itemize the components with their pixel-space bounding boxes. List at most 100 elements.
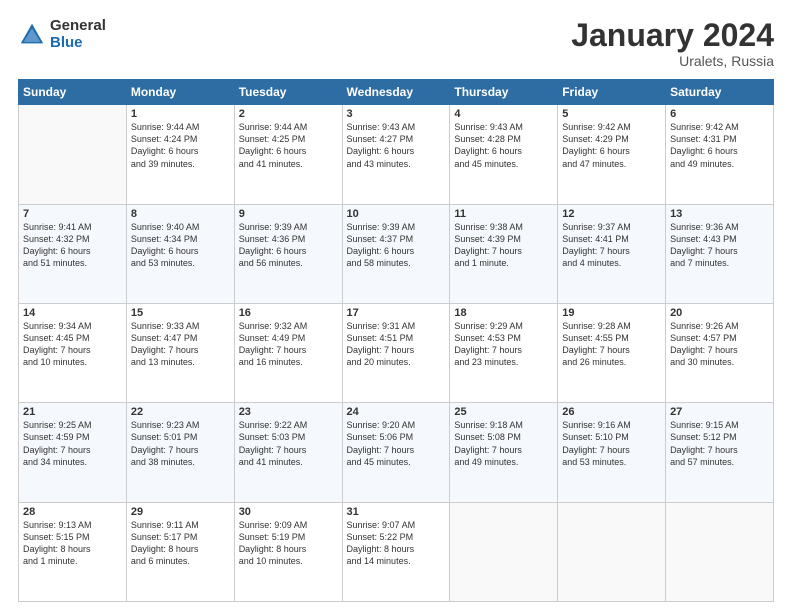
day-info: Sunrise: 9:25 AM Sunset: 4:59 PM Dayligh… bbox=[23, 419, 122, 468]
day-number: 22 bbox=[131, 406, 230, 418]
calendar-cell: 5Sunrise: 9:42 AM Sunset: 4:29 PM Daylig… bbox=[558, 105, 666, 204]
calendar-cell: 23Sunrise: 9:22 AM Sunset: 5:03 PM Dayli… bbox=[234, 403, 342, 502]
title-block: January 2024 Uralets, Russia bbox=[571, 18, 774, 69]
calendar-cell: 12Sunrise: 9:37 AM Sunset: 4:41 PM Dayli… bbox=[558, 204, 666, 303]
calendar-cell: 11Sunrise: 9:38 AM Sunset: 4:39 PM Dayli… bbox=[450, 204, 558, 303]
calendar-cell: 28Sunrise: 9:13 AM Sunset: 5:15 PM Dayli… bbox=[19, 502, 127, 601]
col-saturday: Saturday bbox=[666, 80, 774, 105]
day-info: Sunrise: 9:09 AM Sunset: 5:19 PM Dayligh… bbox=[239, 519, 338, 568]
day-info: Sunrise: 9:26 AM Sunset: 4:57 PM Dayligh… bbox=[670, 320, 769, 369]
day-info: Sunrise: 9:40 AM Sunset: 4:34 PM Dayligh… bbox=[131, 221, 230, 270]
calendar-cell: 1Sunrise: 9:44 AM Sunset: 4:24 PM Daylig… bbox=[126, 105, 234, 204]
day-info: Sunrise: 9:39 AM Sunset: 4:37 PM Dayligh… bbox=[347, 221, 446, 270]
calendar-cell: 20Sunrise: 9:26 AM Sunset: 4:57 PM Dayli… bbox=[666, 303, 774, 402]
day-info: Sunrise: 9:43 AM Sunset: 4:28 PM Dayligh… bbox=[454, 121, 553, 170]
calendar-week-1: 1Sunrise: 9:44 AM Sunset: 4:24 PM Daylig… bbox=[19, 105, 774, 204]
day-info: Sunrise: 9:07 AM Sunset: 5:22 PM Dayligh… bbox=[347, 519, 446, 568]
calendar-header-row: Sunday Monday Tuesday Wednesday Thursday… bbox=[19, 80, 774, 105]
calendar-cell: 24Sunrise: 9:20 AM Sunset: 5:06 PM Dayli… bbox=[342, 403, 450, 502]
day-info: Sunrise: 9:32 AM Sunset: 4:49 PM Dayligh… bbox=[239, 320, 338, 369]
calendar-cell: 6Sunrise: 9:42 AM Sunset: 4:31 PM Daylig… bbox=[666, 105, 774, 204]
calendar-cell: 25Sunrise: 9:18 AM Sunset: 5:08 PM Dayli… bbox=[450, 403, 558, 502]
day-info: Sunrise: 9:37 AM Sunset: 4:41 PM Dayligh… bbox=[562, 221, 661, 270]
day-number: 4 bbox=[454, 108, 553, 120]
day-number: 1 bbox=[131, 108, 230, 120]
day-info: Sunrise: 9:38 AM Sunset: 4:39 PM Dayligh… bbox=[454, 221, 553, 270]
calendar-cell bbox=[450, 502, 558, 601]
day-info: Sunrise: 9:34 AM Sunset: 4:45 PM Dayligh… bbox=[23, 320, 122, 369]
day-number: 9 bbox=[239, 208, 338, 220]
calendar-week-2: 7Sunrise: 9:41 AM Sunset: 4:32 PM Daylig… bbox=[19, 204, 774, 303]
day-info: Sunrise: 9:15 AM Sunset: 5:12 PM Dayligh… bbox=[670, 419, 769, 468]
calendar-week-4: 21Sunrise: 9:25 AM Sunset: 4:59 PM Dayli… bbox=[19, 403, 774, 502]
day-number: 2 bbox=[239, 108, 338, 120]
day-number: 5 bbox=[562, 108, 661, 120]
day-info: Sunrise: 9:43 AM Sunset: 4:27 PM Dayligh… bbox=[347, 121, 446, 170]
calendar-cell: 30Sunrise: 9:09 AM Sunset: 5:19 PM Dayli… bbox=[234, 502, 342, 601]
day-info: Sunrise: 9:11 AM Sunset: 5:17 PM Dayligh… bbox=[131, 519, 230, 568]
calendar-cell: 15Sunrise: 9:33 AM Sunset: 4:47 PM Dayli… bbox=[126, 303, 234, 402]
day-number: 18 bbox=[454, 307, 553, 319]
calendar-cell: 7Sunrise: 9:41 AM Sunset: 4:32 PM Daylig… bbox=[19, 204, 127, 303]
day-number: 7 bbox=[23, 208, 122, 220]
logo: General Blue bbox=[18, 18, 106, 51]
location: Uralets, Russia bbox=[571, 53, 774, 69]
col-friday: Friday bbox=[558, 80, 666, 105]
day-info: Sunrise: 9:23 AM Sunset: 5:01 PM Dayligh… bbox=[131, 419, 230, 468]
day-number: 8 bbox=[131, 208, 230, 220]
col-monday: Monday bbox=[126, 80, 234, 105]
day-number: 24 bbox=[347, 406, 446, 418]
calendar-cell bbox=[558, 502, 666, 601]
day-number: 19 bbox=[562, 307, 661, 319]
calendar-cell: 18Sunrise: 9:29 AM Sunset: 4:53 PM Dayli… bbox=[450, 303, 558, 402]
day-number: 23 bbox=[239, 406, 338, 418]
day-info: Sunrise: 9:31 AM Sunset: 4:51 PM Dayligh… bbox=[347, 320, 446, 369]
col-sunday: Sunday bbox=[19, 80, 127, 105]
logo-blue: Blue bbox=[50, 35, 106, 52]
day-info: Sunrise: 9:18 AM Sunset: 5:08 PM Dayligh… bbox=[454, 419, 553, 468]
day-number: 6 bbox=[670, 108, 769, 120]
day-number: 3 bbox=[347, 108, 446, 120]
day-number: 13 bbox=[670, 208, 769, 220]
calendar-cell: 31Sunrise: 9:07 AM Sunset: 5:22 PM Dayli… bbox=[342, 502, 450, 601]
calendar-cell: 4Sunrise: 9:43 AM Sunset: 4:28 PM Daylig… bbox=[450, 105, 558, 204]
calendar-week-5: 28Sunrise: 9:13 AM Sunset: 5:15 PM Dayli… bbox=[19, 502, 774, 601]
calendar-cell bbox=[666, 502, 774, 601]
day-info: Sunrise: 9:39 AM Sunset: 4:36 PM Dayligh… bbox=[239, 221, 338, 270]
page: General Blue January 2024 Uralets, Russi… bbox=[0, 0, 792, 612]
calendar-cell: 19Sunrise: 9:28 AM Sunset: 4:55 PM Dayli… bbox=[558, 303, 666, 402]
day-info: Sunrise: 9:42 AM Sunset: 4:29 PM Dayligh… bbox=[562, 121, 661, 170]
day-info: Sunrise: 9:41 AM Sunset: 4:32 PM Dayligh… bbox=[23, 221, 122, 270]
day-info: Sunrise: 9:44 AM Sunset: 4:24 PM Dayligh… bbox=[131, 121, 230, 170]
month-title: January 2024 bbox=[571, 18, 774, 53]
day-info: Sunrise: 9:36 AM Sunset: 4:43 PM Dayligh… bbox=[670, 221, 769, 270]
logo-text: General Blue bbox=[50, 18, 106, 51]
calendar-cell: 8Sunrise: 9:40 AM Sunset: 4:34 PM Daylig… bbox=[126, 204, 234, 303]
header: General Blue January 2024 Uralets, Russi… bbox=[18, 18, 774, 69]
day-info: Sunrise: 9:33 AM Sunset: 4:47 PM Dayligh… bbox=[131, 320, 230, 369]
calendar-week-3: 14Sunrise: 9:34 AM Sunset: 4:45 PM Dayli… bbox=[19, 303, 774, 402]
day-number: 30 bbox=[239, 506, 338, 518]
day-number: 17 bbox=[347, 307, 446, 319]
logo-icon bbox=[18, 21, 46, 49]
day-number: 14 bbox=[23, 307, 122, 319]
calendar-cell: 21Sunrise: 9:25 AM Sunset: 4:59 PM Dayli… bbox=[19, 403, 127, 502]
col-thursday: Thursday bbox=[450, 80, 558, 105]
day-info: Sunrise: 9:13 AM Sunset: 5:15 PM Dayligh… bbox=[23, 519, 122, 568]
day-number: 28 bbox=[23, 506, 122, 518]
calendar-cell: 9Sunrise: 9:39 AM Sunset: 4:36 PM Daylig… bbox=[234, 204, 342, 303]
calendar-cell: 26Sunrise: 9:16 AM Sunset: 5:10 PM Dayli… bbox=[558, 403, 666, 502]
calendar-cell: 17Sunrise: 9:31 AM Sunset: 4:51 PM Dayli… bbox=[342, 303, 450, 402]
calendar-cell: 10Sunrise: 9:39 AM Sunset: 4:37 PM Dayli… bbox=[342, 204, 450, 303]
calendar-cell bbox=[19, 105, 127, 204]
day-number: 21 bbox=[23, 406, 122, 418]
day-number: 29 bbox=[131, 506, 230, 518]
day-info: Sunrise: 9:42 AM Sunset: 4:31 PM Dayligh… bbox=[670, 121, 769, 170]
day-info: Sunrise: 9:28 AM Sunset: 4:55 PM Dayligh… bbox=[562, 320, 661, 369]
calendar-cell: 16Sunrise: 9:32 AM Sunset: 4:49 PM Dayli… bbox=[234, 303, 342, 402]
day-info: Sunrise: 9:29 AM Sunset: 4:53 PM Dayligh… bbox=[454, 320, 553, 369]
col-wednesday: Wednesday bbox=[342, 80, 450, 105]
calendar-cell: 29Sunrise: 9:11 AM Sunset: 5:17 PM Dayli… bbox=[126, 502, 234, 601]
day-number: 31 bbox=[347, 506, 446, 518]
day-info: Sunrise: 9:20 AM Sunset: 5:06 PM Dayligh… bbox=[347, 419, 446, 468]
